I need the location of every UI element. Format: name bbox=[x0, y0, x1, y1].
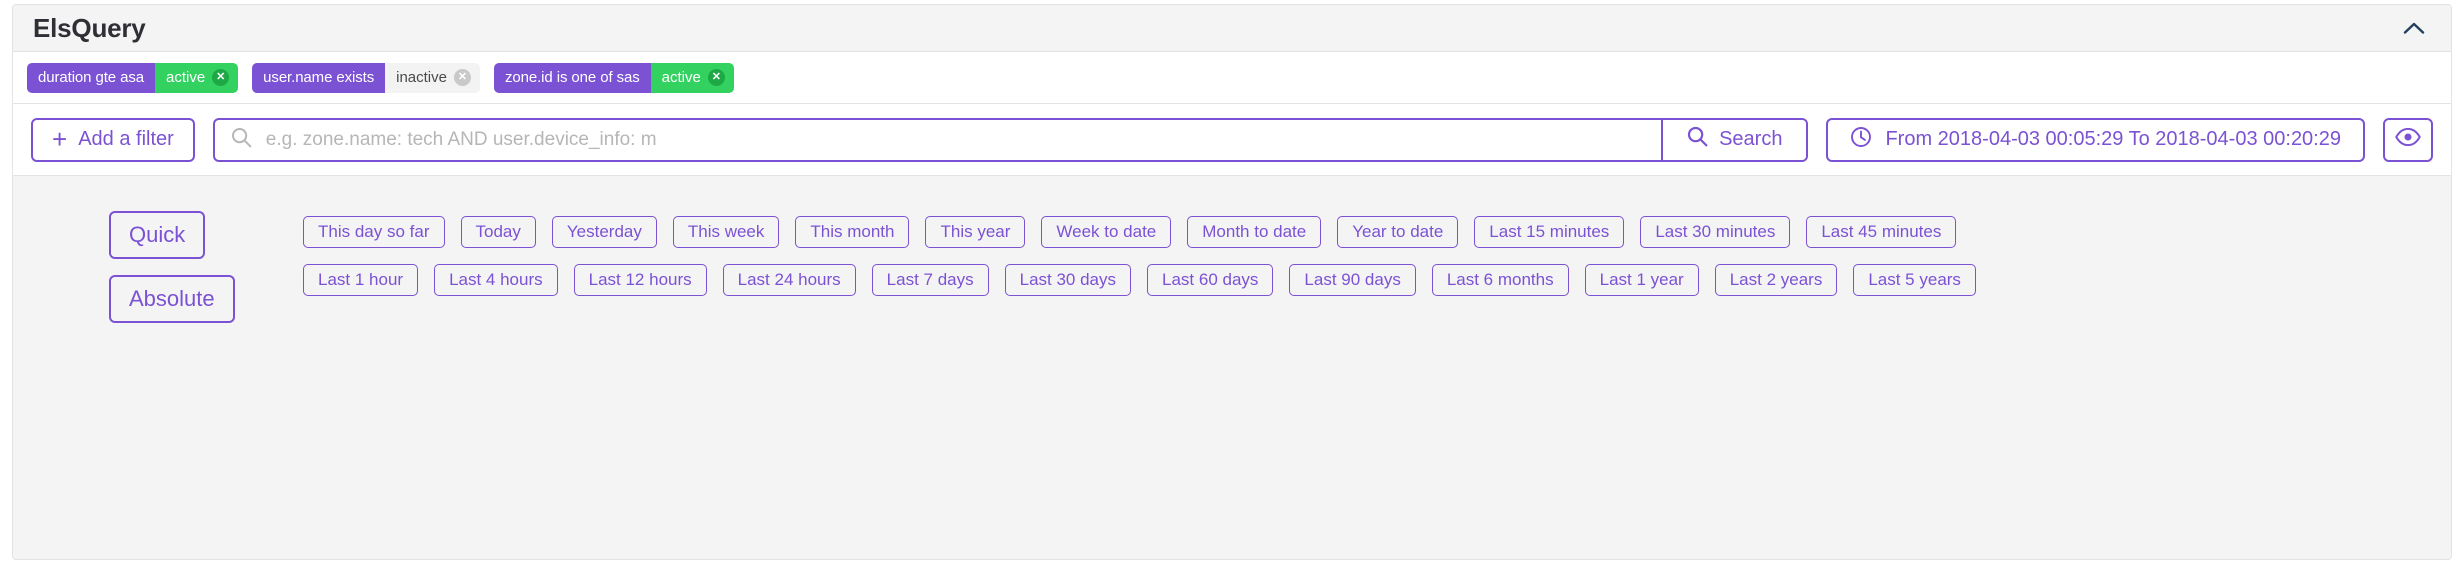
quick-range-label: Last 6 months bbox=[1447, 270, 1554, 290]
chevron-up-icon bbox=[2403, 21, 2425, 35]
quick-range-chip[interactable]: Yesterday bbox=[552, 216, 657, 248]
quick-range-chip[interactable]: Last 24 hours bbox=[723, 264, 856, 296]
quick-range-row: This day so far Today Yesterday This wee… bbox=[303, 216, 2415, 248]
picker-mode-absolute-label: Absolute bbox=[129, 286, 215, 312]
search-submit-label: Search bbox=[1719, 128, 1782, 151]
quick-range-label: Last 5 years bbox=[1868, 270, 1961, 290]
date-range-label: From 2018-04-03 00:05:29 To 2018-04-03 0… bbox=[1885, 128, 2341, 151]
plus-icon: + bbox=[52, 126, 67, 152]
quick-range-chip[interactable]: Last 30 minutes bbox=[1640, 216, 1790, 248]
quick-ranges-column: This day so far Today Yesterday This wee… bbox=[303, 200, 2451, 559]
quick-range-chip[interactable]: Last 4 hours bbox=[434, 264, 558, 296]
quick-range-chip[interactable]: Last 2 years bbox=[1715, 264, 1838, 296]
quick-range-label: Last 60 days bbox=[1162, 270, 1258, 290]
quick-range-label: This day so far bbox=[318, 222, 430, 242]
filter-pill-state[interactable]: active ✕ bbox=[155, 63, 238, 93]
eye-icon bbox=[2395, 128, 2421, 152]
quick-range-label: Last 12 hours bbox=[589, 270, 692, 290]
search-toolbar: + Add a filter bbox=[12, 104, 2452, 176]
quick-range-chip[interactable]: This day so far bbox=[303, 216, 445, 248]
quick-range-chip[interactable]: This month bbox=[795, 216, 909, 248]
filter-pill-label: user.name exists bbox=[252, 63, 385, 93]
quick-range-chip[interactable]: Month to date bbox=[1187, 216, 1321, 248]
page-title: ElsQuery bbox=[33, 15, 146, 41]
quick-range-label: Last 1 hour bbox=[318, 270, 403, 290]
close-icon[interactable]: ✕ bbox=[454, 69, 471, 86]
quick-range-label: Yesterday bbox=[567, 222, 642, 242]
quick-range-label: This year bbox=[940, 222, 1010, 242]
quick-range-chip[interactable]: Last 1 year bbox=[1585, 264, 1699, 296]
quick-range-label: Last 2 years bbox=[1730, 270, 1823, 290]
filter-pill-state-label: inactive bbox=[396, 69, 447, 86]
panel-header: ElsQuery bbox=[12, 4, 2452, 52]
filter-pill[interactable]: zone.id is one of sas active ✕ bbox=[494, 63, 734, 93]
quick-range-label: Year to date bbox=[1352, 222, 1443, 242]
filter-pill[interactable]: user.name exists inactive ✕ bbox=[252, 63, 480, 93]
search-icon bbox=[231, 127, 252, 153]
quick-range-chip[interactable]: Last 1 hour bbox=[303, 264, 418, 296]
clock-icon bbox=[1850, 126, 1872, 154]
quick-range-chip[interactable]: Week to date bbox=[1041, 216, 1171, 248]
close-icon[interactable]: ✕ bbox=[212, 69, 229, 86]
filter-pill-label: duration gte asa bbox=[27, 63, 155, 93]
quick-range-chip[interactable]: Today bbox=[461, 216, 536, 248]
quick-range-chip[interactable]: Last 60 days bbox=[1147, 264, 1273, 296]
search-input-wrap bbox=[215, 120, 1661, 160]
quick-range-label: Last 24 hours bbox=[738, 270, 841, 290]
quick-range-chip[interactable]: Last 12 hours bbox=[574, 264, 707, 296]
filter-pill-label: zone.id is one of sas bbox=[494, 63, 651, 93]
add-filter-label: Add a filter bbox=[78, 128, 174, 151]
time-picker-panel: Quick Absolute This day so far Today Yes… bbox=[12, 176, 2452, 560]
filter-pill[interactable]: duration gte asa active ✕ bbox=[27, 63, 238, 93]
filter-pill-state[interactable]: active ✕ bbox=[651, 63, 734, 93]
picker-mode-quick[interactable]: Quick bbox=[109, 211, 205, 259]
elsquery-app: ElsQuery duration gte asa active ✕ user.… bbox=[0, 0, 2461, 564]
quick-range-chip[interactable]: Last 7 days bbox=[872, 264, 989, 296]
quick-range-label: Last 15 minutes bbox=[1489, 222, 1609, 242]
quick-range-label: Last 30 days bbox=[1020, 270, 1116, 290]
date-range-button[interactable]: From 2018-04-03 00:05:29 To 2018-04-03 0… bbox=[1826, 118, 2365, 162]
search-input[interactable] bbox=[264, 128, 1645, 152]
search-icon bbox=[1687, 126, 1708, 153]
search-group: Search bbox=[213, 118, 1809, 162]
quick-range-label: Last 30 minutes bbox=[1655, 222, 1775, 242]
quick-range-label: Last 45 minutes bbox=[1821, 222, 1941, 242]
close-icon[interactable]: ✕ bbox=[708, 69, 725, 86]
quick-range-row: Last 1 hour Last 4 hours Last 12 hours L… bbox=[303, 264, 2415, 296]
search-submit-button[interactable]: Search bbox=[1661, 120, 1806, 160]
filter-pill-state[interactable]: inactive ✕ bbox=[385, 63, 480, 93]
picker-mode-column: Quick Absolute bbox=[13, 200, 303, 559]
quick-range-label: Last 7 days bbox=[887, 270, 974, 290]
quick-range-label: Week to date bbox=[1056, 222, 1156, 242]
quick-range-chip[interactable]: This week bbox=[673, 216, 780, 248]
quick-range-label: This week bbox=[688, 222, 765, 242]
quick-range-label: Last 4 hours bbox=[449, 270, 543, 290]
add-filter-button[interactable]: + Add a filter bbox=[31, 118, 195, 162]
quick-range-label: Today bbox=[476, 222, 521, 242]
quick-range-chip[interactable]: Last 90 days bbox=[1289, 264, 1415, 296]
toggle-visibility-button[interactable] bbox=[2383, 118, 2433, 162]
quick-range-chip[interactable]: Last 6 months bbox=[1432, 264, 1569, 296]
quick-range-chip[interactable]: Last 30 days bbox=[1005, 264, 1131, 296]
filter-pill-state-label: active bbox=[166, 69, 205, 86]
picker-mode-quick-label: Quick bbox=[129, 222, 185, 248]
quick-range-label: Month to date bbox=[1202, 222, 1306, 242]
collapse-panel-button[interactable] bbox=[2399, 13, 2429, 43]
quick-range-chip[interactable]: This year bbox=[925, 216, 1025, 248]
quick-range-chip[interactable]: Last 45 minutes bbox=[1806, 216, 1956, 248]
quick-range-label: Last 90 days bbox=[1304, 270, 1400, 290]
filter-pill-state-label: active bbox=[662, 69, 701, 86]
quick-range-chip[interactable]: Last 15 minutes bbox=[1474, 216, 1624, 248]
filter-pill-bar: duration gte asa active ✕ user.name exis… bbox=[12, 52, 2452, 104]
quick-range-label: This month bbox=[810, 222, 894, 242]
quick-range-chip[interactable]: Last 5 years bbox=[1853, 264, 1976, 296]
picker-mode-absolute[interactable]: Absolute bbox=[109, 275, 235, 323]
quick-range-chip[interactable]: Year to date bbox=[1337, 216, 1458, 248]
quick-range-label: Last 1 year bbox=[1600, 270, 1684, 290]
